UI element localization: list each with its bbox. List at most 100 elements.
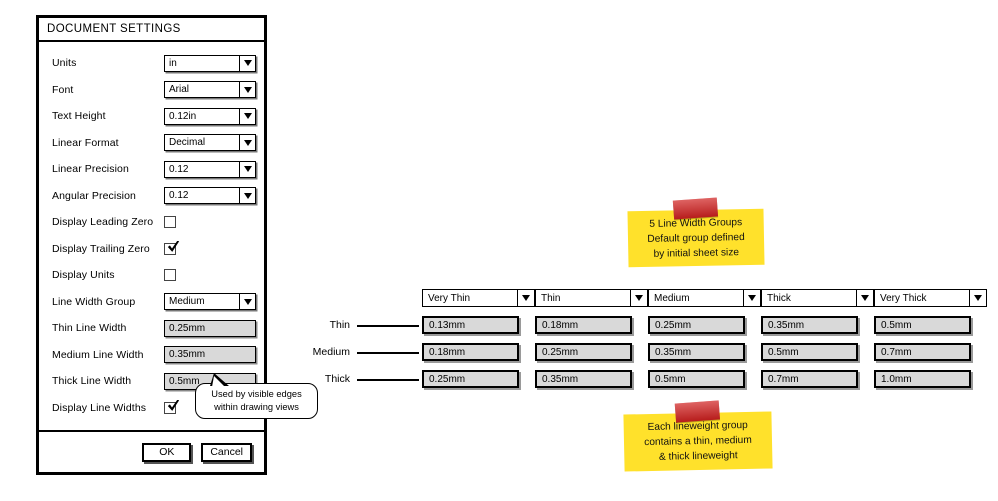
caret-glyph xyxy=(243,113,252,120)
group-dropdown-value[interactable]: Very Thick xyxy=(874,289,969,307)
tape-icon xyxy=(674,400,721,423)
dropdown-font[interactable]: Arial xyxy=(164,81,256,99)
settings-row: Display Leading Zero xyxy=(39,209,264,236)
dropdown-value[interactable]: 0.12in xyxy=(164,107,239,125)
caret-glyph xyxy=(243,298,252,305)
settings-row: Text Height 0.12in xyxy=(39,103,264,130)
tooltip-callout: Used by visible edges within drawing vie… xyxy=(195,373,318,419)
table-cell: 0.13mm xyxy=(422,316,519,334)
dropdown-text-height[interactable]: 0.12in xyxy=(164,107,256,125)
chevron-down-icon[interactable] xyxy=(743,289,761,307)
callout-line-1: Used by visible edges xyxy=(211,389,302,399)
sticky-note-top: 5 Line Width Groups Default group define… xyxy=(627,197,765,268)
dialog-titlebar: DOCUMENT SETTINGS xyxy=(39,18,264,42)
caret-glyph xyxy=(243,166,252,173)
group-dropdown-value[interactable]: Thin xyxy=(535,289,630,307)
settings-row: Display Units xyxy=(39,262,264,289)
caret-glyph xyxy=(974,295,982,301)
chevron-down-icon[interactable] xyxy=(239,293,256,311)
readonly-field-medium-line-width: 0.35mm xyxy=(164,346,256,364)
settings-row: Angular Precision 0.12 xyxy=(39,183,264,210)
table-row-label: Medium xyxy=(312,346,350,358)
settings-row-label: Medium Line Width xyxy=(52,348,144,361)
page-title: DOCUMENT SETTINGS xyxy=(47,23,181,35)
settings-row-label: Thin Line Width xyxy=(52,322,127,335)
readonly-field-thin-line-width: 0.25mm xyxy=(164,319,256,337)
table-cell: 1.0mm xyxy=(874,370,971,388)
group-dropdown-very-thin[interactable]: Very Thin xyxy=(422,289,535,307)
callout-line-2: within drawing views xyxy=(214,402,299,412)
table-cell: 0.35mm xyxy=(535,370,632,388)
chevron-down-icon[interactable] xyxy=(517,289,535,307)
group-dropdown-very-thick[interactable]: Very Thick xyxy=(874,289,987,307)
dropdown-value[interactable]: in xyxy=(164,54,239,72)
settings-row-label: Units xyxy=(52,57,77,70)
chevron-down-icon[interactable] xyxy=(856,289,874,307)
dropdown-value[interactable]: Arial xyxy=(164,81,239,99)
group-dropdown-value[interactable]: Very Thin xyxy=(422,289,517,307)
dropdown-linear-precision[interactable]: 0.12 xyxy=(164,160,256,178)
settings-row-label: Line Width Group xyxy=(52,295,136,308)
chevron-down-icon[interactable] xyxy=(239,134,256,152)
dropdown-angular-precision[interactable]: 0.12 xyxy=(164,187,256,205)
settings-row: Font Arial xyxy=(39,77,264,104)
dropdown-line-width-group[interactable]: Medium xyxy=(164,293,256,311)
dialog-body: Units in Font Arial Text Height 0.12in Linear … xyxy=(39,42,264,432)
checkbox-display-leading-zero[interactable] xyxy=(164,216,176,229)
chevron-down-icon[interactable] xyxy=(630,289,648,307)
caret-glyph xyxy=(243,86,252,93)
table-cell: 0.5mm xyxy=(761,343,858,361)
caret-glyph xyxy=(243,60,252,67)
callout-tail-icon xyxy=(210,373,229,387)
caret-glyph xyxy=(861,295,869,301)
chevron-down-icon[interactable] xyxy=(239,187,256,205)
group-dropdown-value[interactable]: Thick xyxy=(761,289,856,307)
leader-line xyxy=(357,352,419,354)
settings-row-label: Linear Format xyxy=(52,136,119,149)
dropdown-linear-format[interactable]: Decimal xyxy=(164,134,256,152)
table-cell: 0.25mm xyxy=(648,316,745,334)
group-dropdown-medium[interactable]: Medium xyxy=(648,289,761,307)
table-cell: 0.7mm xyxy=(874,343,971,361)
dropdown-value[interactable]: 0.12 xyxy=(164,187,239,205)
group-dropdown-value[interactable]: Medium xyxy=(648,289,743,307)
dropdown-value[interactable]: 0.12 xyxy=(164,160,239,178)
settings-row-label: Thick Line Width xyxy=(52,375,132,388)
ok-button[interactable]: OK xyxy=(142,442,192,462)
table-row-label: Thin xyxy=(329,319,350,331)
dropdown-value[interactable]: Decimal xyxy=(164,134,239,152)
dropdown-value[interactable]: Medium xyxy=(164,293,239,311)
chevron-down-icon[interactable] xyxy=(239,81,256,99)
table-cell: 0.18mm xyxy=(422,343,519,361)
checkbox-display-line-widths[interactable] xyxy=(164,401,176,414)
settings-row: Units in xyxy=(39,50,264,77)
chevron-down-icon[interactable] xyxy=(239,54,256,72)
caret-glyph xyxy=(243,139,252,146)
settings-row: Linear Precision 0.12 xyxy=(39,156,264,183)
settings-row-label: Angular Precision xyxy=(52,189,136,202)
settings-row-label: Font xyxy=(52,83,74,96)
chevron-down-icon[interactable] xyxy=(239,160,256,178)
settings-row: Medium Line Width 0.35mm xyxy=(39,342,264,369)
table-cell: 0.5mm xyxy=(648,370,745,388)
chevron-down-icon[interactable] xyxy=(969,289,987,307)
group-dropdown-thick[interactable]: Thick xyxy=(761,289,874,307)
table-cell: 0.25mm xyxy=(422,370,519,388)
settings-row: Thin Line Width 0.25mm xyxy=(39,315,264,342)
table-cell: 0.18mm xyxy=(535,316,632,334)
checkbox-display-units[interactable] xyxy=(164,269,176,282)
chevron-down-icon[interactable] xyxy=(239,107,256,125)
checkbox-display-trailing-zero[interactable] xyxy=(164,242,176,255)
group-dropdown-thin[interactable]: Thin xyxy=(535,289,648,307)
settings-row-label: Text Height xyxy=(52,110,106,123)
cancel-button[interactable]: Cancel xyxy=(201,442,252,462)
dropdown-units[interactable]: in xyxy=(164,54,256,72)
settings-row-label: Display Line Widths xyxy=(52,401,147,414)
settings-row: Line Width Group Medium xyxy=(39,289,264,316)
table-cell: 0.5mm xyxy=(874,316,971,334)
settings-row: Linear Format Decimal xyxy=(39,130,264,157)
settings-row-label: Display Units xyxy=(52,269,115,282)
settings-row-label: Display Leading Zero xyxy=(52,216,154,229)
caret-glyph xyxy=(243,192,252,199)
caret-glyph xyxy=(748,295,756,301)
